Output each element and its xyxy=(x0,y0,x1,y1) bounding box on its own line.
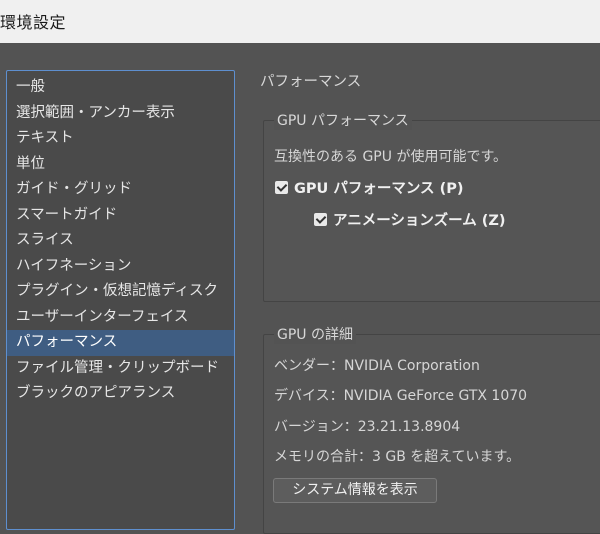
window-title: 環境設定 xyxy=(0,13,67,32)
sidebar-item-slices[interactable]: スライス xyxy=(7,228,234,254)
sidebar-item-user-interface[interactable]: ユーザーインターフェイス xyxy=(7,305,234,331)
gpu-memory: メモリの合計：3 GB を超えています。 xyxy=(274,449,521,465)
sidebar-item-performance[interactable]: パフォーマンス xyxy=(7,330,234,356)
gpu-performance-label: GPU パフォーマンス (P) xyxy=(294,181,464,197)
section-title: パフォーマンス xyxy=(260,74,362,90)
gpu-compat-text: 互換性のある GPU が使用可能です。 xyxy=(274,149,508,165)
sidebar-item-guides-grid[interactable]: ガイド・グリッド xyxy=(7,177,234,203)
title-bar: 環境設定 xyxy=(0,0,600,43)
sidebar-item-hyphenation[interactable]: ハイフネーション xyxy=(7,254,234,280)
sidebar-item-units[interactable]: 単位 xyxy=(7,152,234,178)
gpu-device: デバイス：NVIDIA GeForce GTX 1070 xyxy=(274,388,528,404)
show-system-info-button[interactable]: システム情報を表示 xyxy=(273,478,437,503)
gpu-performance-group-title: GPU パフォーマンス xyxy=(274,110,412,130)
sidebar-item-text[interactable]: テキスト xyxy=(7,126,234,152)
gpu-version: バージョン：23.21.13.8904 xyxy=(274,419,461,435)
animation-zoom-option[interactable]: アニメーションズーム (Z) xyxy=(314,209,506,230)
sidebar-item-selection-anchor[interactable]: 選択範囲・アンカー表示 xyxy=(7,101,234,127)
sidebar-item-smart-guides[interactable]: スマートガイド xyxy=(7,203,234,229)
animation-zoom-checkbox[interactable] xyxy=(314,213,327,226)
sidebar-item-file-clipboard[interactable]: ファイル管理・クリップボード xyxy=(7,356,234,382)
gpu-performance-option[interactable]: GPU パフォーマンス (P) xyxy=(275,177,464,198)
category-list[interactable]: 一般 選択範囲・アンカー表示 テキスト 単位 ガイド・グリッド スマートガイド … xyxy=(6,70,235,530)
animation-zoom-label: アニメーションズーム (Z) xyxy=(333,213,506,229)
gpu-details-group-title: GPU の詳細 xyxy=(274,324,356,344)
sidebar-item-plugins-scratch-disks[interactable]: プラグイン・仮想記憶ディスク xyxy=(7,279,234,305)
gpu-performance-checkbox[interactable] xyxy=(275,181,288,194)
sidebar-item-black-appearance[interactable]: ブラックのアピアランス xyxy=(7,381,234,407)
sidebar-item-general[interactable]: 一般 xyxy=(7,75,234,101)
gpu-vendor: ベンダー：NVIDIA Corporation xyxy=(274,358,480,374)
